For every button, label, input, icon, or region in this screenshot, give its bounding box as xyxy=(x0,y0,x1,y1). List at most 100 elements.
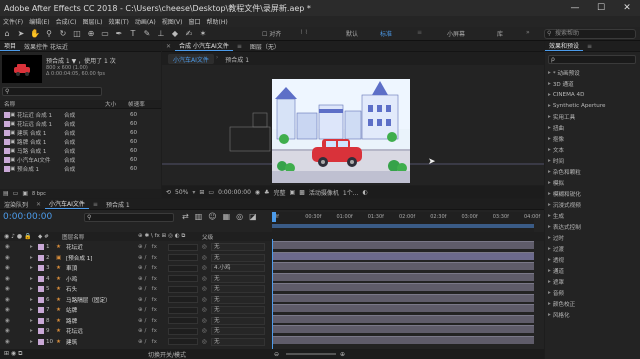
parent-dropdown[interactable]: 无 xyxy=(211,337,265,346)
layer-name[interactable]: 石头 xyxy=(66,285,77,293)
col-layer-name[interactable]: 图层名称 xyxy=(62,233,84,241)
expand-chevron-icon[interactable]: ▸ xyxy=(30,255,33,261)
expand-chevron-icon[interactable]: ▸ xyxy=(30,339,33,345)
new-comp-icon[interactable]: ▣ xyxy=(22,190,28,197)
effects-panel-title[interactable]: 效果和预设 xyxy=(545,41,584,51)
project-item-row[interactable]: ▣ 花坛远 合成 1 合成 60 xyxy=(0,119,161,128)
maximize-button[interactable]: ☐ xyxy=(588,0,614,16)
effects-category-item[interactable]: ▸ 表达式控制 xyxy=(548,222,640,231)
layer-duration-bar[interactable] xyxy=(272,304,534,312)
crumb-precomp[interactable]: 预合成 1 xyxy=(220,54,254,64)
effects-category-item[interactable]: ▸ 颜色校正 xyxy=(548,299,640,308)
layer-duration-bar[interactable] xyxy=(272,241,534,249)
panel-menu-icon[interactable]: ≡ xyxy=(89,201,102,208)
layer-duration-bar[interactable] xyxy=(272,335,534,344)
layer-duration-bar[interactable] xyxy=(272,262,534,270)
snapshot-icon[interactable]: ◉ xyxy=(255,189,260,196)
project-item-row[interactable]: ▣ 小汽车AI文件 合成 60 xyxy=(0,155,161,164)
parent-pickwhip-icon[interactable]: ◎ xyxy=(202,297,207,303)
new-folder-icon[interactable]: ▭ xyxy=(13,190,19,197)
effects-category-item[interactable]: ▸ 过时 xyxy=(548,233,640,242)
interpret-footage-icon[interactable]: ▤ xyxy=(3,190,9,197)
effects-category-item[interactable]: ▸ Synthetic Aperture xyxy=(548,101,640,110)
motion-blur-icon[interactable]: ◎ xyxy=(236,212,243,221)
layer-switches-icon[interactable]: ⊕ / fx xyxy=(138,297,157,303)
preview-comp-name[interactable]: 预合成 1 ▼ ，使用了 1 次 xyxy=(46,56,116,65)
expand-chevron-icon[interactable]: ▸ xyxy=(30,318,33,324)
channel-icon[interactable]: ♣ xyxy=(264,189,269,196)
workspace-library[interactable]: 库 xyxy=(497,29,503,38)
tab-composition[interactable]: 合成 小汽车AI文件 xyxy=(175,41,233,51)
effects-category-item[interactable]: ▸ 音频 xyxy=(548,288,640,297)
menu-animation[interactable]: 动画(A) xyxy=(132,17,159,26)
menu-window[interactable]: 窗口 xyxy=(185,17,203,26)
footer-toggle-icons[interactable]: ⊞ ◉ ⧉ xyxy=(4,350,22,358)
region-of-interest-icon[interactable]: ▣ xyxy=(290,189,296,196)
layer-name[interactable]: 車頂 xyxy=(66,264,77,272)
visibility-eye-icon[interactable]: ◉ xyxy=(5,339,10,345)
timeline-search-input[interactable]: ⚲ xyxy=(84,213,174,222)
label-color-swatch[interactable] xyxy=(38,286,44,292)
visibility-eye-icon[interactable]: ◉ xyxy=(5,286,10,292)
expand-chevron-icon[interactable]: ▸ xyxy=(30,307,33,313)
snap-checkbox[interactable]: ☐ 对齐 xyxy=(262,29,281,38)
parent-pickwhip-icon[interactable]: ◎ xyxy=(202,265,207,271)
pen-tool-icon[interactable]: ✒ xyxy=(112,28,126,40)
visibility-eye-icon[interactable]: ◉ xyxy=(5,318,10,324)
layer-switch-boxes[interactable] xyxy=(168,317,198,324)
workspace-more-icon[interactable]: » xyxy=(526,29,530,36)
expand-chevron-icon[interactable]: ▸ xyxy=(30,244,33,250)
label-color-swatch[interactable] xyxy=(38,296,44,303)
reset-exposure-icon[interactable]: ◐ xyxy=(362,189,367,196)
close-button[interactable]: ✕ xyxy=(614,0,640,16)
label-color-swatch[interactable] xyxy=(38,328,44,334)
mask-visibility-icon[interactable]: ▭ xyxy=(208,189,214,196)
shy-layers-icon[interactable]: ☺ xyxy=(208,212,216,221)
layer-switches-icon[interactable]: ⊕ / fx xyxy=(138,328,157,334)
parent-dropdown[interactable]: 无 xyxy=(211,285,265,293)
type-tool-icon[interactable]: T xyxy=(126,28,140,40)
col-parent[interactable]: 父级 xyxy=(202,233,213,241)
layer-switches-icon[interactable]: ⊕ / fx xyxy=(138,307,157,313)
layer-switches-icon[interactable]: ⊕ / fx xyxy=(138,339,157,345)
tab-car-comp[interactable]: 小汽车AI文件 xyxy=(45,199,89,209)
project-item-row[interactable]: ▣ 预合成 1 合成 60 xyxy=(0,164,161,173)
layer-duration-bar[interactable] xyxy=(272,314,534,323)
menu-view[interactable]: 视图(V) xyxy=(159,17,186,26)
composition-viewer[interactable]: ➤ xyxy=(162,65,544,185)
playhead-icon[interactable] xyxy=(272,212,276,222)
layer-switches-icon[interactable]: ⊕ / fx xyxy=(138,276,157,282)
workspace-small-screen[interactable]: 小屏幕 xyxy=(447,29,465,38)
menu-effect[interactable]: 效果(T) xyxy=(106,17,132,26)
parent-dropdown[interactable]: 无 xyxy=(211,306,265,314)
visibility-eye-icon[interactable]: ◉ xyxy=(5,307,10,313)
parent-pickwhip-icon[interactable]: ◎ xyxy=(202,339,207,345)
zoom-out-icon[interactable]: ⊖ xyxy=(274,351,279,358)
parent-dropdown[interactable]: 4.小鸡 xyxy=(211,264,265,272)
zoom-tool-icon[interactable]: ⚲ xyxy=(42,28,56,40)
current-time-display[interactable]: 0:00:00:00 xyxy=(218,189,251,196)
draft-3d-icon[interactable]: ▥ xyxy=(195,212,203,221)
layer-switch-boxes[interactable] xyxy=(168,275,198,282)
project-item-row[interactable]: ▣ 马路 合成 1 合成 60 xyxy=(0,146,161,155)
menu-edit[interactable]: 编辑(E) xyxy=(26,17,52,26)
effects-category-item[interactable]: ▸ 通道 xyxy=(548,266,640,275)
graph-editor-icon[interactable]: ◪ xyxy=(249,212,257,221)
rotate-tool-icon[interactable]: ↻ xyxy=(56,28,70,40)
workspace-standard[interactable]: 标准 xyxy=(380,29,392,38)
zoom-in-icon[interactable]: ⊕ xyxy=(340,351,345,358)
selection-tool-icon[interactable]: ➤ xyxy=(14,28,28,40)
frame-blending-icon[interactable]: ▦ xyxy=(223,212,231,221)
parent-pickwhip-icon[interactable]: ◎ xyxy=(202,307,207,313)
zoom-slider[interactable] xyxy=(286,353,336,355)
tab-project[interactable]: 项目 xyxy=(0,41,21,51)
layer-switch-boxes[interactable] xyxy=(168,285,198,293)
effects-category-item[interactable]: ▸ 实用工具 xyxy=(548,112,640,121)
layer-duration-bar[interactable] xyxy=(272,325,534,333)
effects-category-item[interactable]: ▸ 风格化 xyxy=(548,310,640,319)
layer-name[interactable]: 路牌 xyxy=(66,317,77,325)
layer-name[interactable]: 站牌 xyxy=(66,306,77,314)
hand-tool-icon[interactable]: ✋ xyxy=(28,28,42,40)
rectangle-tool-icon[interactable]: ▭ xyxy=(98,28,112,40)
effects-category-item[interactable]: ▸ 模拟 xyxy=(548,178,640,187)
